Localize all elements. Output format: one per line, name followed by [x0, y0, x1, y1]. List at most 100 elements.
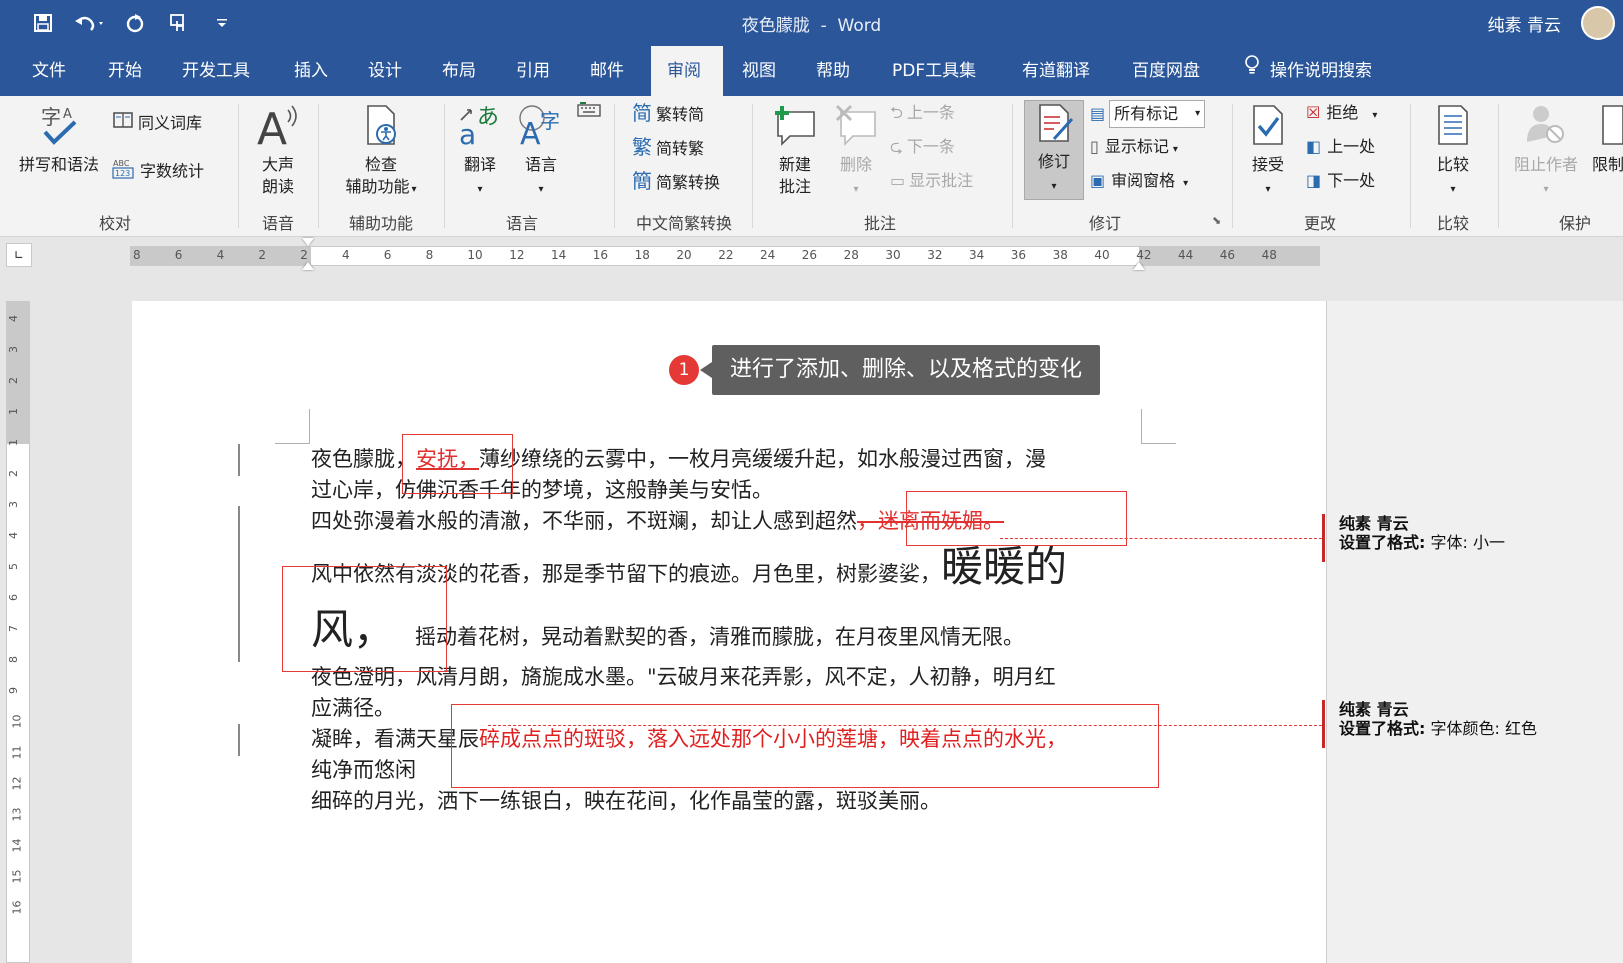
block-authors-icon	[1523, 102, 1569, 154]
restrict-editing-button[interactable]: 限制	[1588, 102, 1623, 176]
balloon-detail: 字体: 小一	[1430, 533, 1505, 552]
tab-mailings[interactable]: 邮件	[574, 46, 640, 96]
new-comment-button[interactable]: 新建 批注	[760, 102, 830, 198]
tab-baidu[interactable]: 百度网盘	[1116, 46, 1216, 96]
chevron-down-icon: ▾	[1372, 110, 1378, 121]
chevron-down-icon: ▾	[1195, 108, 1201, 119]
title-separator: -	[820, 16, 827, 36]
chevron-down-icon: ▾	[1543, 184, 1549, 195]
next-change-button[interactable]: ◨ 下一处	[1306, 168, 1375, 194]
thesaurus-button[interactable]: 同义词库	[112, 110, 202, 136]
delete-comment-icon	[833, 102, 879, 154]
next-comment-button[interactable]: ⮎ 下一条	[890, 134, 955, 160]
tab-references[interactable]: 引用	[500, 46, 566, 96]
language-button[interactable]: A字 语言 ▾	[510, 102, 572, 201]
balloon-label: 设置了格式:	[1339, 719, 1426, 738]
text-run: 四处弥漫着水般的清澈，不华丽，不斑斓，却让人感到超然	[311, 509, 857, 533]
spelling-label: 拼写和语法	[18, 155, 99, 174]
revision-balloon[interactable]: 纯素 青云 设置了格式: 字体: 小一	[1322, 514, 1622, 562]
tab-view[interactable]: 视图	[726, 46, 792, 96]
group-separator	[238, 104, 239, 228]
markup-select[interactable]: 所有标记 ▾	[1109, 100, 1206, 128]
tab-pdf-tools[interactable]: PDF工具集	[876, 46, 992, 96]
track-changes-button[interactable]: 修订 ▾	[1024, 100, 1084, 200]
svg-text:123: 123	[115, 169, 130, 178]
tab-developer[interactable]: 开发工具	[166, 46, 266, 96]
tab-help[interactable]: 帮助	[800, 46, 866, 96]
paragraph-6[interactable]: 细碎的月光，洒下一练银白，映在花间，化作晶莹的露，斑驳美丽。	[311, 786, 1151, 817]
text-run: 摇动着花树，晃动着默契的香，清雅而朦胧，在月夜里风情无限。	[415, 625, 1025, 649]
ruler-tick-label: 46	[1219, 248, 1236, 262]
spelling-grammar-button[interactable]: 字A 拼写和语法	[12, 102, 106, 176]
block-authors-button[interactable]: 阻止作者 ▾	[1506, 102, 1586, 201]
block-authors-label: 阻止作者	[1513, 155, 1578, 174]
svg-text:A: A	[520, 117, 541, 148]
vruler-tick-label: 14	[10, 838, 24, 853]
read-aloud-button[interactable]: A 大声 朗读	[248, 102, 308, 198]
tab-insert[interactable]: 插入	[278, 46, 344, 96]
ruler-tick-label: 20	[676, 248, 692, 262]
hanging-indent-handle[interactable]	[302, 262, 314, 270]
chinese-conversion-button[interactable]: 簡简繁转换	[632, 168, 720, 194]
ruler-tick-label: 8	[133, 248, 141, 262]
tab-file[interactable]: 文件	[16, 46, 82, 96]
group-label-comments: 批注	[863, 214, 896, 233]
group-separator	[752, 104, 753, 228]
callout-label: 进行了添加、删除、以及格式的变化	[699, 345, 1101, 395]
tab-review[interactable]: 审阅	[651, 46, 723, 96]
formatted-large-text[interactable]: 暖暖的	[941, 542, 1067, 591]
vruler-margin-top	[7, 302, 29, 444]
avatar[interactable]	[1581, 6, 1615, 40]
accept-icon	[1248, 102, 1288, 154]
previous-change-button[interactable]: ◧ 上一处	[1306, 134, 1375, 160]
tab-design[interactable]: 设计	[352, 46, 418, 96]
tab-home[interactable]: 开始	[92, 46, 158, 96]
vertical-ruler[interactable]: 4 3 2 1 1 2 3 4 5 6 7 8 9 10 11 12 13 14 15 16	[6, 301, 30, 963]
previous-comment-button[interactable]: ⮌ 上一条	[890, 100, 955, 126]
read-aloud-label-2: 朗读	[261, 177, 294, 196]
reject-button[interactable]: ☒ 拒绝 ▾	[1306, 100, 1377, 126]
user-name[interactable]: 纯素 青云	[1488, 11, 1561, 36]
ruler-tick-label: 32	[927, 248, 943, 262]
previous-comment-icon: ⮌	[890, 103, 903, 122]
group-separator	[614, 104, 615, 228]
revision-balloon[interactable]: 纯素 青云 设置了格式: 字体颜色: 红色	[1322, 700, 1622, 748]
accept-button[interactable]: 接受 ▾	[1240, 102, 1296, 201]
title-bar: 夜色朦胧 - Word 纯素 青云	[0, 0, 1623, 46]
compare-button[interactable]: 比较 ▾	[1418, 102, 1488, 201]
check-accessibility-button[interactable]: 检查 辅助功能 ▾	[326, 102, 436, 201]
ribbon: 字A 拼写和语法 同义词库 ABC 123 字数统计 校对 A 大声 朗读 语音 检…	[0, 96, 1623, 237]
svg-text:字: 字	[41, 105, 61, 129]
tab-layout[interactable]: 布局	[426, 46, 492, 96]
spell-check-icon: 字A	[37, 102, 81, 154]
markup-view-dropdown[interactable]: ▤ 所有标记 ▾	[1090, 100, 1206, 128]
tell-me-search[interactable]: 操作说明搜索	[1234, 46, 1388, 96]
simplified-to-traditional-button[interactable]: 繁简转繁	[632, 134, 704, 160]
tab-youdao[interactable]: 有道翻译	[1006, 46, 1106, 96]
tab-selector[interactable]: ∟	[6, 243, 32, 267]
keyboard-icon[interactable]	[576, 100, 602, 126]
traditional-to-simplified-button[interactable]: 简繁转简	[632, 100, 704, 126]
vruler-tick-label: 2	[7, 470, 20, 477]
ruler-tick-label: 48	[1261, 248, 1277, 262]
markup-icon: ▤	[1090, 104, 1106, 123]
vruler-tick-label: 9	[7, 687, 20, 694]
chevron-down-icon: ▾	[538, 184, 544, 195]
right-indent-handle[interactable]	[1133, 262, 1145, 270]
word-count-button[interactable]: ABC 123 字数统计	[112, 156, 204, 182]
reviewing-pane-icon: ▣	[1090, 171, 1106, 190]
new-comment-icon	[770, 102, 820, 154]
next-change-icon: ◨	[1306, 171, 1322, 190]
group-label-accessibility: 辅助功能	[348, 214, 413, 233]
read-aloud-label-1: 大声	[261, 155, 294, 174]
accept-label: 接受	[1251, 155, 1284, 174]
translate-button[interactable]: aあ 翻译 ▾	[452, 102, 508, 201]
reviewing-pane-button[interactable]: ▣ 审阅窗格 ▾	[1090, 168, 1188, 194]
delete-comment-button[interactable]: 删除 ▾	[828, 102, 884, 201]
show-comments-button[interactable]: ▭ 显示批注	[890, 168, 973, 194]
prev-label: 上一条	[906, 103, 955, 122]
chevron-down-icon: ▾	[1183, 178, 1189, 189]
show-markup-button[interactable]: ▯ 显示标记 ▾	[1090, 134, 1178, 160]
dialog-launcher-icon[interactable]: ⬊	[1212, 208, 1221, 234]
first-line-indent-handle[interactable]	[302, 238, 314, 246]
